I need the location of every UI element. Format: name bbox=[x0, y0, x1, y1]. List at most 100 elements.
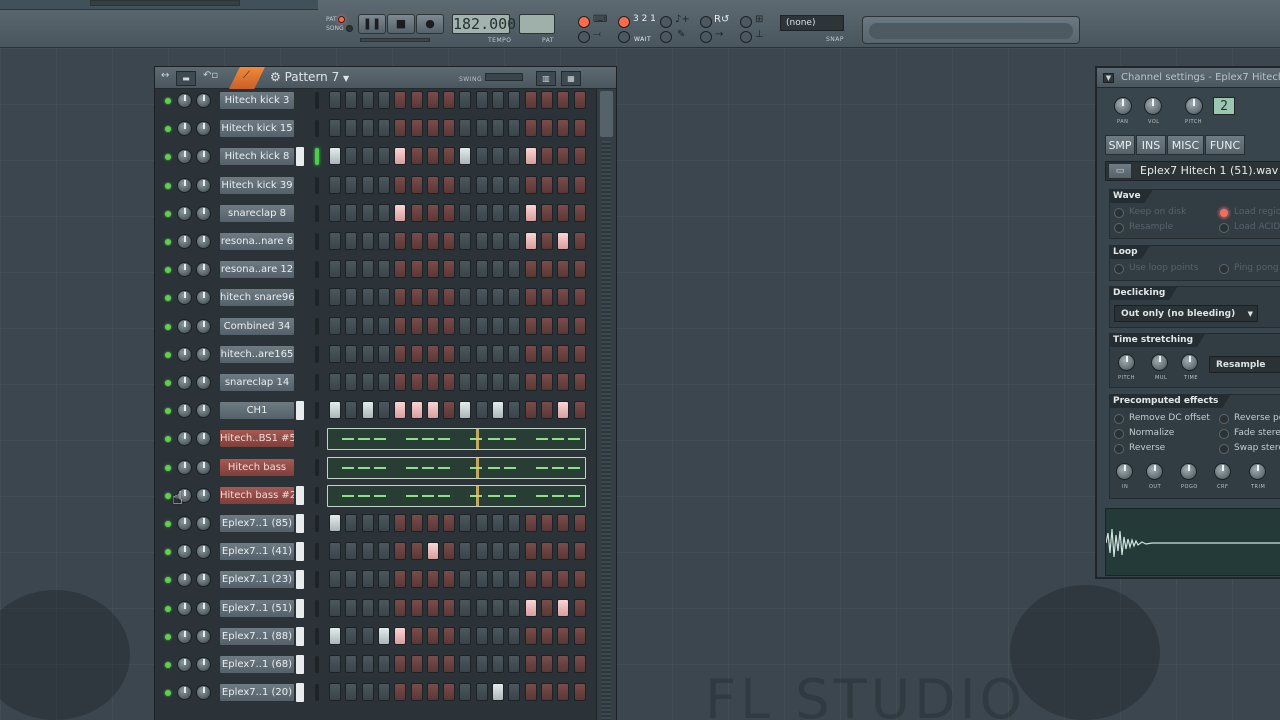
sequencer-titlebar[interactable]: ↔ ▬ ↶▫ ⟋ ⚙ Pattern 7 ▼ SWING ▥ ▦ bbox=[155, 67, 616, 89]
step-button[interactable] bbox=[377, 683, 390, 702]
ts-mul-knob[interactable] bbox=[1151, 354, 1168, 371]
reverse-checkbox[interactable] bbox=[1114, 444, 1124, 454]
step-button[interactable] bbox=[426, 232, 439, 250]
step-button[interactable] bbox=[492, 91, 504, 109]
step-button[interactable] bbox=[329, 598, 341, 617]
step-button[interactable] bbox=[508, 288, 521, 307]
step-button[interactable] bbox=[508, 316, 521, 335]
step-button[interactable] bbox=[329, 288, 341, 307]
tab-smp[interactable]: SMP bbox=[1105, 135, 1135, 155]
step-button[interactable] bbox=[459, 514, 472, 532]
step-button[interactable] bbox=[508, 260, 521, 279]
step-button[interactable] bbox=[459, 598, 472, 617]
piano-icon[interactable]: ♪+ bbox=[675, 14, 690, 25]
step-button[interactable] bbox=[459, 626, 472, 645]
channel-pan-knob[interactable] bbox=[177, 572, 192, 588]
step-button[interactable] bbox=[410, 373, 423, 391]
channel-pan-knob[interactable] bbox=[177, 205, 192, 221]
channel-volume-knob[interactable] bbox=[196, 459, 211, 475]
step-button[interactable] bbox=[361, 175, 374, 194]
channel-pan-knob[interactable] bbox=[177, 685, 192, 701]
step-button[interactable] bbox=[557, 570, 570, 589]
step-button[interactable] bbox=[361, 655, 374, 673]
step-button[interactable] bbox=[426, 203, 439, 222]
step-button[interactable] bbox=[524, 655, 537, 673]
step-button[interactable] bbox=[540, 203, 553, 222]
step-button[interactable] bbox=[410, 683, 423, 702]
step-button[interactable] bbox=[508, 203, 521, 222]
step-button[interactable] bbox=[377, 401, 390, 420]
step-button[interactable] bbox=[377, 655, 390, 673]
channel-select-indicator[interactable] bbox=[296, 570, 304, 590]
step-button[interactable] bbox=[475, 147, 488, 166]
step-button[interactable] bbox=[475, 344, 488, 363]
step-button-on[interactable] bbox=[557, 401, 570, 420]
channel-name-button[interactable]: resona..are 12 bbox=[219, 260, 295, 280]
step-button[interactable] bbox=[345, 683, 358, 702]
step-button-on[interactable] bbox=[329, 147, 341, 166]
step-button[interactable] bbox=[345, 598, 358, 617]
step-button[interactable] bbox=[345, 147, 358, 166]
channel-pan-knob[interactable] bbox=[177, 290, 192, 306]
snap-icon[interactable]: ⊞ bbox=[755, 14, 763, 25]
step-button[interactable] bbox=[426, 598, 439, 617]
step-button[interactable] bbox=[377, 598, 390, 617]
step-button[interactable] bbox=[492, 570, 504, 589]
step-button[interactable] bbox=[361, 203, 374, 222]
declicking-select[interactable]: Out only (no bleeding) ▼ bbox=[1114, 305, 1258, 322]
step-button[interactable] bbox=[345, 514, 358, 532]
step-button[interactable] bbox=[443, 147, 456, 166]
swing-slider[interactable] bbox=[485, 73, 523, 81]
step-button[interactable] bbox=[426, 91, 439, 109]
channel-pan-knob[interactable] bbox=[177, 403, 192, 419]
step-button[interactable] bbox=[443, 626, 456, 645]
step-button[interactable] bbox=[443, 401, 456, 420]
step-button[interactable] bbox=[345, 232, 358, 250]
step-button[interactable] bbox=[410, 655, 423, 673]
channel-volume-knob[interactable] bbox=[196, 93, 211, 108]
rec-blend-toggle[interactable] bbox=[618, 16, 630, 28]
pe-crf-knob[interactable] bbox=[1214, 463, 1231, 480]
step-button[interactable] bbox=[459, 91, 472, 109]
step-button[interactable] bbox=[443, 175, 456, 194]
step-button[interactable] bbox=[459, 119, 472, 138]
channel-name-button[interactable]: Eplex7..1 (68) bbox=[219, 655, 295, 674]
step-button[interactable] bbox=[573, 598, 586, 617]
channel-pan-knob[interactable] bbox=[177, 318, 192, 334]
step-button[interactable] bbox=[573, 91, 586, 109]
graph-editor-button[interactable]: ▥ bbox=[536, 71, 556, 86]
step-button[interactable] bbox=[394, 175, 407, 194]
step-button[interactable] bbox=[329, 316, 341, 335]
step-button[interactable] bbox=[557, 147, 570, 166]
step-button-on[interactable] bbox=[377, 626, 390, 645]
step-button[interactable] bbox=[475, 598, 488, 617]
step-button[interactable] bbox=[443, 683, 456, 702]
channel-mute-led[interactable] bbox=[165, 323, 171, 330]
scroll-thumb[interactable] bbox=[600, 91, 613, 137]
step-button[interactable] bbox=[557, 91, 570, 109]
menu-arrow-icon[interactable]: ▼ bbox=[1103, 73, 1114, 83]
step-button[interactable] bbox=[475, 514, 488, 532]
channel-mute-led[interactable] bbox=[165, 549, 171, 556]
step-button[interactable] bbox=[377, 260, 390, 279]
step-button[interactable] bbox=[492, 316, 504, 335]
step-button[interactable] bbox=[410, 514, 423, 532]
step-button[interactable] bbox=[573, 232, 586, 250]
step-button[interactable] bbox=[508, 598, 521, 617]
channel-volume-knob[interactable] bbox=[196, 403, 211, 419]
resample-radio[interactable] bbox=[1114, 223, 1124, 233]
channel-volume-knob[interactable] bbox=[196, 657, 211, 672]
step-button[interactable] bbox=[540, 626, 553, 645]
channel-volume-knob[interactable] bbox=[196, 262, 211, 278]
channel-select-indicator[interactable] bbox=[296, 401, 304, 421]
step-button-on[interactable] bbox=[426, 542, 439, 561]
channel-volume-knob[interactable] bbox=[196, 487, 211, 503]
step-button[interactable] bbox=[508, 655, 521, 673]
snap-select[interactable]: (none) bbox=[780, 15, 844, 31]
keyboard-editor-button[interactable]: ▦ bbox=[561, 71, 581, 86]
step-button[interactable] bbox=[573, 147, 586, 166]
step-button[interactable] bbox=[573, 401, 586, 420]
step-button[interactable] bbox=[361, 514, 374, 532]
step-button[interactable] bbox=[475, 288, 488, 307]
step-button[interactable] bbox=[426, 260, 439, 279]
